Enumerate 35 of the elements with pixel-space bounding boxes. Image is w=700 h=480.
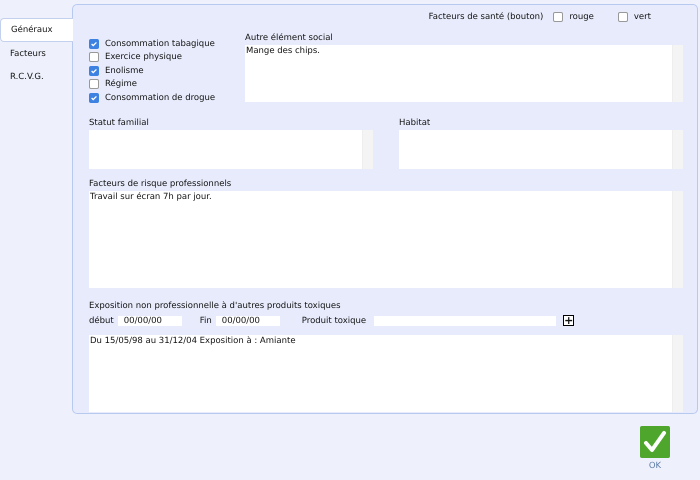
checkbox-label: Enolisme (105, 66, 144, 76)
field-label: Habitat (399, 118, 432, 128)
field-label: Produit toxique (302, 316, 366, 326)
field-label: début (89, 316, 114, 326)
checkbox[interactable] (553, 12, 564, 22)
health-factors-label: Facteurs de santé (bouton) (428, 12, 544, 22)
text-area[interactable]: Travail sur écran 7h par jour. (89, 190, 683, 288)
checkbox[interactable] (89, 38, 99, 49)
checkbox[interactable] (89, 66, 99, 76)
checkbox[interactable] (89, 79, 99, 90)
ok-label[interactable]: OK (648, 461, 662, 471)
date-field[interactable]: 00/00/00 (216, 316, 280, 326)
field-label: Fin (200, 316, 212, 326)
tab[interactable]: Facteurs (0, 43, 72, 65)
date-field[interactable]: 00/00/00 (118, 316, 182, 326)
checkbox[interactable] (89, 92, 99, 103)
checkbox-label: vert (634, 12, 651, 22)
checkbox-label: Consommation de drogue (105, 92, 216, 103)
text-area[interactable]: Du 15/05/98 au 31/12/04 Exposition à : Amiante (89, 334, 683, 412)
checkbox[interactable] (89, 52, 99, 62)
field-label: Facteurs de risque professionnels (89, 178, 232, 188)
checkbox-label: Régime (105, 79, 138, 90)
checkbox-label: Consommation tabagique (105, 38, 215, 49)
checkbox-label: Exercice physique (105, 52, 182, 62)
input-field[interactable] (374, 316, 556, 326)
checkbox[interactable] (618, 12, 628, 22)
tab[interactable]: Généraux (0, 18, 73, 42)
add-button[interactable]: + (563, 315, 574, 326)
field-label: Exposition non professionnelle à d'autres produits toxiques (89, 300, 342, 310)
field-label: Autre élément social (245, 33, 334, 43)
text-area[interactable]: Mange des chips. (245, 45, 683, 102)
tab[interactable]: R.C.V.G. (0, 66, 72, 88)
checkmark-icon[interactable] (640, 426, 670, 458)
checkbox-label: rouge (569, 12, 594, 22)
field-label: Statut familial (89, 118, 150, 128)
